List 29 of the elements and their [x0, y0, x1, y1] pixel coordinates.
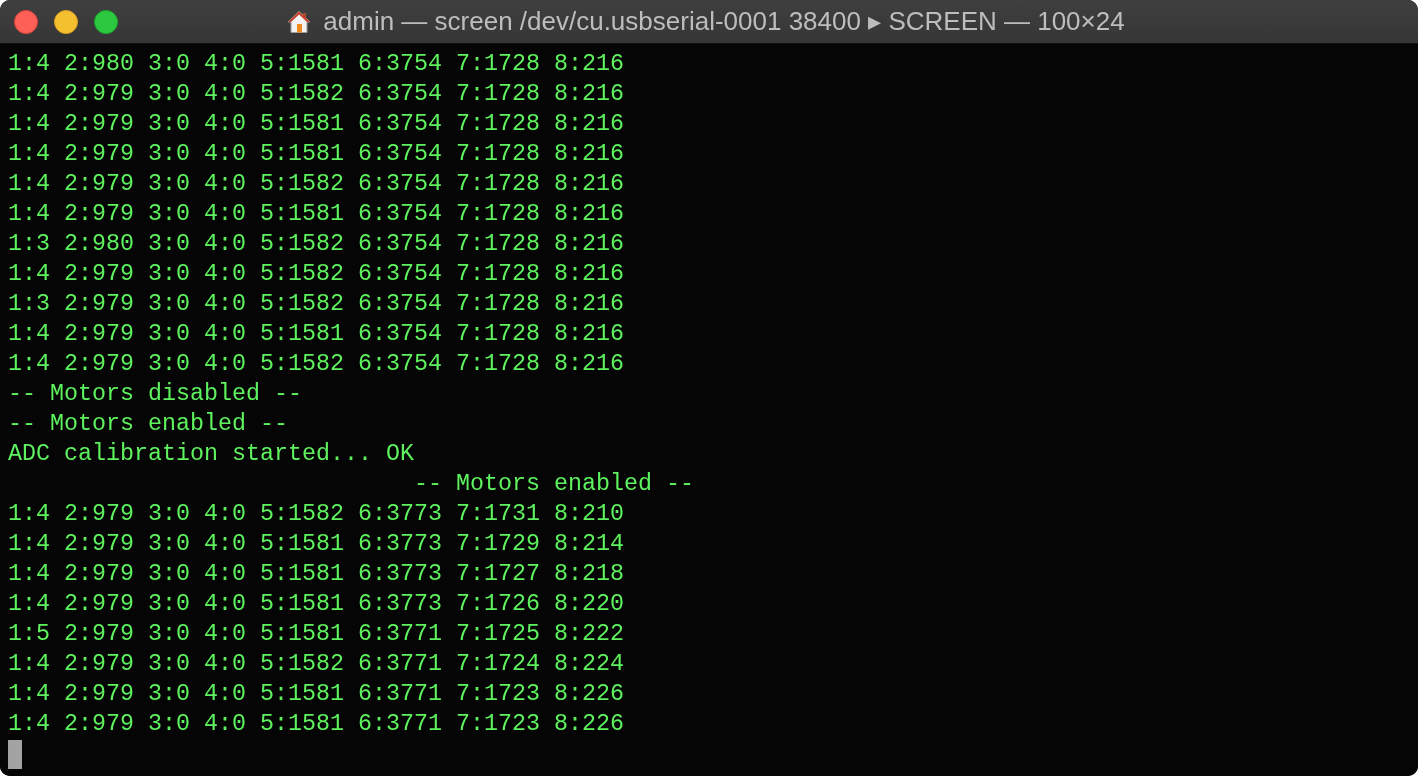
text-cursor-icon	[8, 739, 22, 769]
house-icon	[287, 9, 312, 34]
output-line: -- Motors enabled --	[414, 470, 694, 499]
output-line: 1:4 2:979 3:0 4:0 5:1581 6:3773 7:1729 8:214	[8, 530, 624, 559]
output-line: 1:4 2:979 3:0 4:0 5:1581 6:3754 7:1728 8:216	[8, 200, 624, 229]
output-line: -- Motors disabled --	[8, 380, 302, 409]
output-line: 1:4 2:979 3:0 4:0 5:1581 6:3771 7:1723 8:226	[8, 710, 624, 739]
output-line: 1:4 2:979 3:0 4:0 5:1581 6:3773 7:1727 8:218	[8, 560, 624, 589]
output-line: 1:4 2:979 3:0 4:0 5:1582 6:3754 7:1728 8:216	[8, 80, 624, 109]
output-line: 1:4 2:979 3:0 4:0 5:1582 6:3773 7:1731 8:210	[8, 500, 624, 529]
output-line: ADC calibration started... OK	[8, 440, 414, 469]
output-line: 1:4 2:979 3:0 4:0 5:1581 6:3754 7:1728 8:216	[8, 140, 624, 169]
output-line: 1:5 2:979 3:0 4:0 5:1581 6:3771 7:1725 8:222	[8, 620, 624, 649]
window-title: admin — screen /dev/cu.usbserial-0001 38400 ▸ SCREEN — 100×24	[323, 5, 1125, 38]
output-line: 1:4 2:979 3:0 4:0 5:1582 6:3754 7:1728 8:216	[8, 350, 624, 379]
output-line: 1:4 2:979 3:0 4:0 5:1581 6:3771 7:1723 8:226	[8, 680, 624, 709]
output-line: 1:4 2:979 3:0 4:0 5:1582 6:3754 7:1728 8:216	[8, 170, 624, 199]
output-line: 1:4 2:980 3:0 4:0 5:1581 6:3754 7:1728 8:216	[8, 50, 624, 79]
output-line: 1:4 2:979 3:0 4:0 5:1581 6:3754 7:1728 8:216	[8, 110, 624, 139]
output-line: 1:4 2:979 3:0 4:0 5:1582 6:3754 7:1728 8:216	[8, 260, 624, 289]
output-line: 1:3 2:979 3:0 4:0 5:1582 6:3754 7:1728 8:216	[8, 290, 624, 319]
output-line: 1:4 2:979 3:0 4:0 5:1581 6:3754 7:1728 8:216	[8, 320, 624, 349]
output-line: 1:4 2:979 3:0 4:0 5:1582 6:3771 7:1724 8:224	[8, 650, 624, 679]
output-line: 1:4 2:979 3:0 4:0 5:1581 6:3773 7:1726 8:220	[8, 590, 624, 619]
maximize-icon[interactable]	[94, 9, 118, 34]
output-line: -- Motors enabled --	[8, 410, 288, 439]
close-icon[interactable]	[14, 9, 38, 34]
minimize-icon[interactable]	[54, 9, 78, 34]
output-line: 1:3 2:980 3:0 4:0 5:1582 6:3754 7:1728 8:216	[8, 230, 624, 259]
